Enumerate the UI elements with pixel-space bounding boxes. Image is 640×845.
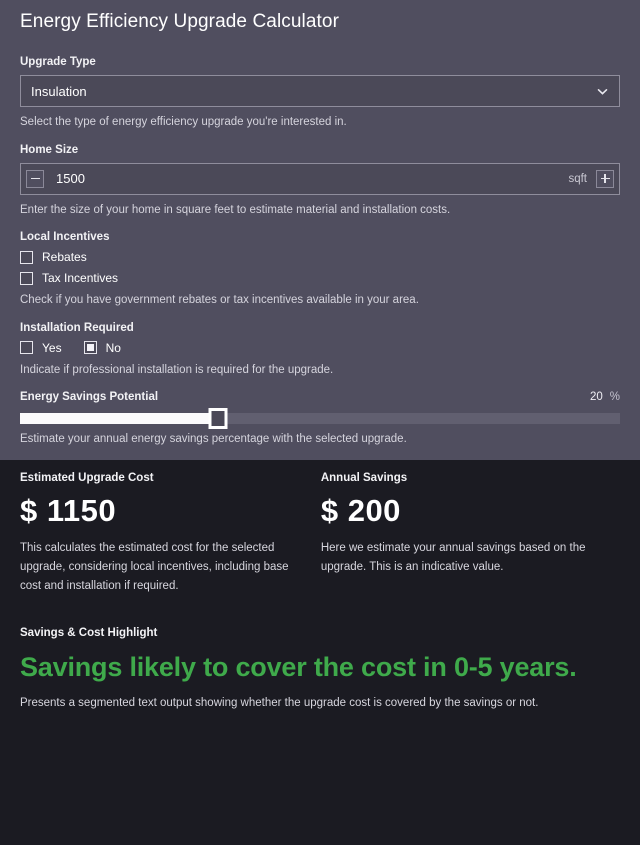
energy-calculator-app: Energy Efficiency Upgrade Calculator Upg… [0, 0, 640, 845]
energy-savings-label: Energy Savings Potential [20, 391, 159, 404]
highlight-description: Presents a segmented text output showing… [20, 696, 539, 709]
upgrade-type-label: Upgrade Type [20, 56, 96, 68]
checkbox-installation-yes-box[interactable] [20, 341, 33, 355]
plus-icon[interactable] [596, 169, 614, 188]
energy-savings-slider-thumb[interactable] [208, 408, 228, 430]
field-energy-savings: Energy Savings Potential 20 % Estimate y… [20, 391, 620, 448]
energy-savings-readout: 20 % [590, 391, 620, 403]
field-upgrade-type: Upgrade Type Insulation Select the type … [20, 56, 620, 131]
metric-label: Annual Savings [320, 471, 408, 484]
metric-annual-savings: Annual Savings $ 200 Here we estimate yo… [321, 472, 620, 597]
results-panel: Estimated Upgrade Cost $ 1150 This calcu… [0, 459, 640, 845]
energy-savings-slider-fill [20, 413, 218, 425]
checkbox-installation-no[interactable]: No [83, 340, 121, 355]
highlight-label: Savings & Cost Highlight [20, 626, 158, 639]
installation-required-group: Yes No [20, 341, 620, 355]
checkbox-tax-incentives[interactable]: Tax Incentives [20, 271, 620, 285]
energy-savings-slider[interactable] [20, 408, 620, 430]
metric-value: $ 1150 [20, 492, 117, 528]
checkbox-rebates[interactable]: Rebates [20, 250, 620, 264]
home-size-label: Home Size [20, 143, 79, 156]
home-size-input[interactable]: 1500 [44, 171, 568, 186]
metric-estimated-upgrade-cost: Estimated Upgrade Cost $ 1150 This calcu… [20, 472, 321, 597]
field-installation-required: Installation Required Yes No Indicate if… [20, 322, 620, 379]
home-size-unit: sqft [568, 172, 587, 185]
metric-value: $ 200 [320, 492, 401, 528]
home-size-stepper[interactable]: 1500 sqft [20, 162, 620, 195]
metrics-row: Estimated Upgrade Cost $ 1150 This calcu… [20, 472, 620, 597]
installation-required-help: Indicate if professional installation is… [20, 363, 334, 376]
field-home-size: Home Size 1500 sqft Enter the size of yo… [20, 144, 620, 219]
home-size-help: Enter the size of your home in square fe… [20, 203, 451, 216]
energy-savings-header: Energy Savings Potential 20 % [20, 391, 620, 403]
checkbox-installation-yes[interactable]: Yes [20, 341, 62, 355]
energy-savings-value: 20 [589, 391, 603, 404]
upgrade-type-value: Insulation [31, 83, 87, 99]
metric-description: This calculates the estimated cost for t… [20, 541, 289, 593]
form-panel: Energy Efficiency Upgrade Calculator Upg… [0, 0, 640, 460]
highlight-text: Savings likely to cover the cost in 0-5 … [20, 651, 577, 682]
energy-savings-unit: % [609, 391, 620, 404]
upgrade-type-help: Select the type of energy efficiency upg… [20, 116, 347, 128]
checkbox-installation-yes-label: Yes [42, 340, 62, 355]
field-local-incentives: Local Incentives Rebates Tax Incentives … [20, 231, 620, 309]
checkbox-installation-no-box[interactable] [83, 341, 97, 355]
local-incentives-label: Local Incentives [20, 231, 110, 244]
local-incentives-help: Check if you have government rebates or … [20, 294, 419, 307]
chevron-down-icon [596, 85, 609, 98]
checkbox-tax-incentives-box[interactable] [20, 271, 33, 285]
minus-icon[interactable] [26, 169, 44, 188]
energy-savings-help: Estimate your annual energy savings perc… [20, 433, 407, 446]
metric-description: Here we estimate your annual savings bas… [320, 541, 586, 573]
checkbox-installation-no-label: No [105, 340, 121, 355]
page-title: Energy Efficiency Upgrade Calculator [20, 11, 340, 32]
checkbox-rebates-label: Rebates [42, 250, 87, 265]
installation-required-label: Installation Required [20, 321, 134, 334]
checkbox-rebates-box[interactable] [20, 250, 33, 264]
savings-cost-highlight: Savings & Cost Highlight Savings likely … [20, 627, 620, 711]
upgrade-type-select[interactable]: Insulation [20, 75, 620, 107]
checkbox-tax-incentives-label: Tax Incentives [42, 271, 119, 286]
metric-label: Estimated Upgrade Cost [20, 471, 154, 484]
